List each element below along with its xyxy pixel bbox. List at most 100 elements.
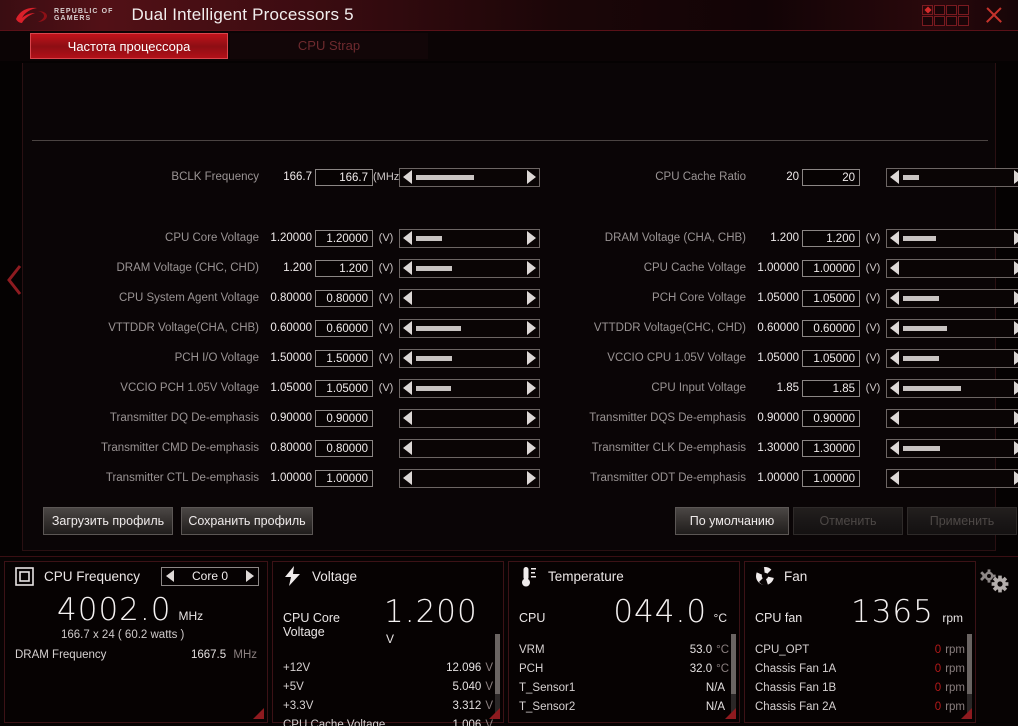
setting-slider[interactable] [886,378,1018,398]
gears-icon[interactable] [980,567,1010,595]
slider-increase-icon[interactable] [1014,441,1018,455]
slider-increase-icon[interactable] [527,471,536,485]
slider-increase-icon[interactable] [527,231,536,245]
setting-slider[interactable] [886,258,1018,278]
setting-input[interactable]: 0.60000 [802,319,860,337]
setting-slider[interactable] [399,378,540,398]
setting-slider[interactable] [399,228,540,248]
apply-button[interactable]: Применить [907,507,1017,535]
slider-increase-icon[interactable] [1014,321,1018,335]
setting-input[interactable]: 1.05000 [802,289,860,307]
slider-decrease-icon[interactable] [890,471,899,485]
setting-input[interactable]: 166.7 [315,168,373,186]
tab-cpu-frequency[interactable]: Частота процессора [30,33,228,59]
slider-increase-icon[interactable] [527,411,536,425]
slider-decrease-icon[interactable] [890,231,899,245]
setting-slider[interactable] [399,167,540,187]
setting-slider[interactable] [886,228,1018,248]
setting-slider[interactable] [886,408,1018,428]
core-prev-icon[interactable] [166,570,174,582]
slider-decrease-icon[interactable] [890,170,899,184]
fan-scrollbar[interactable] [967,634,972,718]
slider-decrease-icon[interactable] [403,291,412,305]
tab-cpu-strap[interactable]: CPU Strap [230,33,428,59]
slider-increase-icon[interactable] [1014,170,1018,184]
monitor-list-item: Chassis Fan 2A 0 rpm [745,697,975,716]
setting-slider[interactable] [399,258,540,278]
slider-decrease-icon[interactable] [403,441,412,455]
slider-increase-icon[interactable] [1014,351,1018,365]
slider-increase-icon[interactable] [527,381,536,395]
setting-slider[interactable] [399,348,540,368]
slider-decrease-icon[interactable] [890,321,899,335]
close-icon[interactable] [983,4,1005,26]
temperature-scrollbar[interactable] [731,634,736,718]
setting-slider[interactable] [886,318,1018,338]
setting-slider[interactable] [399,438,540,458]
slider-decrease-icon[interactable] [890,381,899,395]
grid-icon[interactable] [922,4,969,26]
setting-input[interactable]: 0.80000 [315,439,373,457]
setting-input[interactable]: 1.05000 [315,379,373,397]
slider-increase-icon[interactable] [1014,261,1018,275]
slider-increase-icon[interactable] [1014,231,1018,245]
voltage-scrollbar[interactable] [495,634,500,718]
setting-slider[interactable] [886,288,1018,308]
setting-input[interactable]: 0.90000 [315,409,373,427]
setting-slider[interactable] [886,468,1018,488]
slider-increase-icon[interactable] [1014,291,1018,305]
core-selector[interactable]: Core 0 [161,566,259,586]
slider-increase-icon[interactable] [1014,381,1018,395]
setting-input[interactable]: 1.20000 [315,229,373,247]
core-next-icon[interactable] [246,570,254,582]
slider-decrease-icon[interactable] [890,351,899,365]
slider-decrease-icon[interactable] [403,170,412,184]
setting-input[interactable]: 1.85 [802,379,860,397]
slider-decrease-icon[interactable] [403,471,412,485]
slider-decrease-icon[interactable] [403,351,412,365]
slider-increase-icon[interactable] [527,170,536,184]
slider-increase-icon[interactable] [527,351,536,365]
setting-input[interactable]: 1.30000 [802,439,860,457]
setting-slider[interactable] [886,438,1018,458]
setting-slider[interactable] [399,468,540,488]
slider-increase-icon[interactable] [527,261,536,275]
setting-slider[interactable] [399,318,540,338]
core-selector-value: Core 0 [191,569,229,583]
setting-input[interactable]: 0.90000 [802,409,860,427]
slider-decrease-icon[interactable] [890,291,899,305]
setting-input[interactable]: 0.60000 [315,319,373,337]
cancel-button[interactable]: Отменить [793,507,903,535]
save-profile-button[interactable]: Сохранить профиль [181,507,313,535]
setting-input[interactable]: 1.00000 [315,469,373,487]
slider-decrease-icon[interactable] [403,321,412,335]
slider-decrease-icon[interactable] [403,411,412,425]
setting-slider[interactable] [886,348,1018,368]
setting-input[interactable]: 1.50000 [315,349,373,367]
setting-slider[interactable] [399,408,540,428]
setting-input[interactable]: 20 [802,168,860,186]
slider-increase-icon[interactable] [527,321,536,335]
slider-increase-icon[interactable] [527,441,536,455]
slider-increase-icon[interactable] [527,291,536,305]
slider-increase-icon[interactable] [1014,471,1018,485]
default-button[interactable]: По умолчанию [675,507,789,535]
setting-row: VTTDDR Voltage(CHA, CHB) 0.60000 0.60000 (V… [63,317,540,339]
setting-slider[interactable] [886,167,1018,187]
slider-decrease-icon[interactable] [890,441,899,455]
slider-decrease-icon[interactable] [403,381,412,395]
setting-input[interactable]: 1.05000 [802,349,860,367]
setting-input[interactable]: 1.00000 [802,259,860,277]
slider-increase-icon[interactable] [1014,411,1018,425]
setting-slider[interactable] [399,288,540,308]
slider-decrease-icon[interactable] [890,411,899,425]
slider-decrease-icon[interactable] [403,261,412,275]
load-profile-button[interactable]: Загрузить профиль [43,507,173,535]
slider-fill [903,295,939,301]
slider-decrease-icon[interactable] [890,261,899,275]
setting-input[interactable]: 1.00000 [802,469,860,487]
setting-input[interactable]: 1.200 [802,229,860,247]
slider-decrease-icon[interactable] [403,231,412,245]
setting-input[interactable]: 1.200 [315,259,373,277]
setting-input[interactable]: 0.80000 [315,289,373,307]
